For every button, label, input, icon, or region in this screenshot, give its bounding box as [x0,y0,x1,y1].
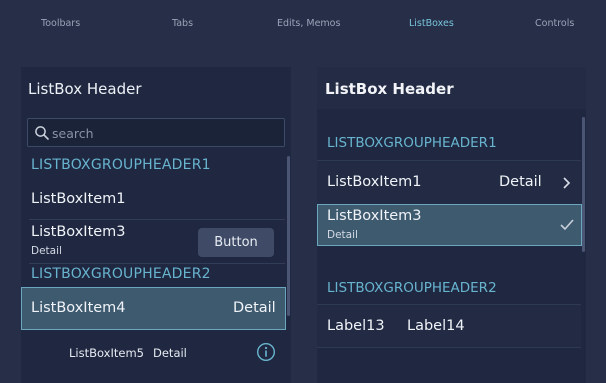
group-header-2: LISTBOXGROUPHEADER2 [31,266,211,282]
list-item-detail: Detail [327,229,358,241]
group-header-2: LISTBOXGROUPHEADER2 [327,280,497,296]
list-item-3-selected[interactable]: ListBoxItem3 Detail [317,204,582,246]
vertical-scrollbar[interactable] [582,117,585,252]
label-14: Label14 [407,318,465,334]
tab-toolbars[interactable]: Toolbars [41,18,80,29]
search-box[interactable] [27,118,285,147]
list-item-title: ListBoxItem5 [69,346,144,360]
divider [29,263,285,264]
list-item-1[interactable]: ListBoxItem1 [21,182,285,219]
list-item-title: ListBoxItem4 [31,300,126,316]
group-header-1: LISTBOXGROUPHEADER1 [31,157,211,173]
search-input[interactable] [52,124,272,142]
list-item-detail: Detail [233,300,276,316]
list-item-title: ListBoxItem3 [327,208,422,224]
label-row[interactable]: Label13 Label14 [317,304,581,348]
listbox-header: ListBox Header [28,80,142,98]
right-listbox: ListBox Header LISTBOXGROUPHEADER1 ListB… [317,67,586,383]
list-item-1[interactable]: ListBoxItem1 Detail [317,160,581,204]
chevron-right-icon [563,177,571,189]
list-item-title: ListBoxItem1 [327,174,422,190]
list-item-detail: Detail [153,346,187,360]
list-item-detail: Detail [499,174,542,190]
list-item-detail: Detail [31,245,62,257]
list-item-title: ListBoxItem3 [31,224,126,240]
listbox-header: ListBox Header [317,67,586,109]
tab-edits-memos[interactable]: Edits, Memos [277,18,340,29]
search-icon [35,126,49,140]
info-icon[interactable] [256,342,276,362]
group-header-1: LISTBOXGROUPHEADER1 [327,135,497,151]
list-item-4-selected[interactable]: ListBoxItem4 Detail [21,287,286,330]
tab-listboxes[interactable]: ListBoxes [409,18,454,29]
vertical-scrollbar[interactable] [287,156,290,316]
tab-controls[interactable]: Controls [535,18,574,29]
tab-tabs[interactable]: Tabs [172,18,193,29]
checkmark-icon [560,219,574,231]
label-13: Label13 [327,318,385,334]
list-item-5[interactable]: ListBoxItem5 Detail [21,333,285,373]
item-button[interactable]: Button [198,228,274,257]
list-item-title: ListBoxItem1 [31,191,126,207]
left-listbox: ListBox Header LISTBOXGROUPHEADER1 ListB… [21,67,291,383]
top-nav: Toolbars Tabs Edits, Memos ListBoxes Con… [0,0,606,48]
